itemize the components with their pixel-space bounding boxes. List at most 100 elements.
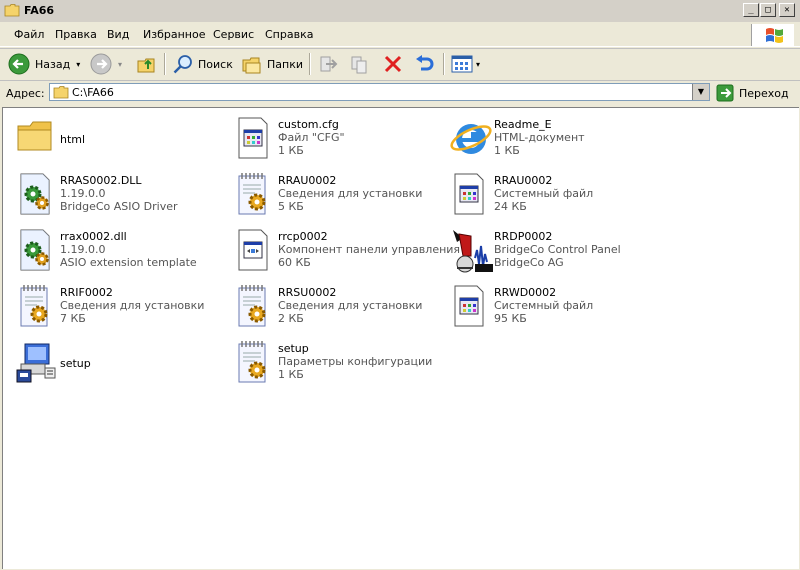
file-details: custom.cfg Файл "CFG" 1 КБ xyxy=(278,118,345,157)
menu-favorites[interactable]: Избранное xyxy=(143,28,205,41)
folders-button[interactable]: Папки xyxy=(241,52,303,76)
file-info-line: 2 КБ xyxy=(278,312,304,325)
back-dropdown-icon[interactable]: ▾ xyxy=(76,60,80,69)
file-item[interactable]: RRIF0002 Сведения для установки 7 КБ xyxy=(15,284,225,336)
file-item[interactable]: html xyxy=(15,116,225,168)
file-name: RRSU0002 xyxy=(278,286,337,299)
title-bar[interactable]: FA66 _ □ ✕ xyxy=(0,0,800,22)
search-button[interactable]: Поиск xyxy=(172,52,233,76)
setup-info-icon xyxy=(233,172,277,220)
windows-flag-icon xyxy=(766,28,783,43)
file-details: setup xyxy=(60,357,91,370)
file-info-line: 5 КБ xyxy=(278,200,304,213)
file-item[interactable]: rrax0002.dll 1.19.0.0 ASIO extension templ… xyxy=(15,228,225,280)
file-details: RRDP0002 BridgeCo Control Panel BridgeCo A… xyxy=(494,230,621,269)
file-details: RRAU0002 Системный файл 24 КБ xyxy=(494,174,593,213)
move-to-button[interactable] xyxy=(317,52,339,76)
undo-icon xyxy=(416,55,434,71)
file-info-line: HTML-документ xyxy=(494,131,585,144)
file-item[interactable]: RRAS0002.DLL 1.19.0.0 BridgeCo ASIO Driver xyxy=(15,172,225,224)
file-info-line: Файл "CFG" xyxy=(278,131,345,144)
go-arrow-icon xyxy=(716,84,734,102)
file-item[interactable]: RRWD0002 Системный файл 95 КБ xyxy=(449,284,659,336)
views-dropdown-icon[interactable]: ▾ xyxy=(476,60,480,69)
menu-tools[interactable]: Сервис xyxy=(213,28,254,41)
file-info-line: Компонент панели управления xyxy=(278,243,461,256)
menu-file[interactable]: Файл xyxy=(14,28,44,41)
forward-button[interactable]: ▾ xyxy=(90,52,122,76)
system-file-icon xyxy=(449,172,493,220)
window-title: FA66 xyxy=(24,4,55,17)
cfg-file-icon xyxy=(233,116,277,164)
back-arrow-icon xyxy=(8,53,30,75)
address-bar: Адрес: C:\FA66 ▼ Переход xyxy=(0,81,800,105)
file-item[interactable]: custom.cfg Файл "CFG" 1 КБ xyxy=(233,116,443,168)
file-item[interactable]: setup xyxy=(15,340,225,392)
menu-view[interactable]: Вид xyxy=(107,28,129,41)
maximize-button[interactable]: □ xyxy=(760,3,776,17)
file-details: RRIF0002 Сведения для установки 7 КБ xyxy=(60,286,204,325)
file-info-line: Системный файл xyxy=(494,299,594,312)
control-panel-item-icon xyxy=(233,228,277,276)
address-dropdown-button[interactable]: ▼ xyxy=(692,84,709,100)
file-info-line: 95 КБ xyxy=(494,312,527,325)
back-label: Назад xyxy=(35,57,71,71)
file-name: rrcp0002 xyxy=(278,230,328,243)
explorer-window: FA66 _ □ ✕ Файл Правка Вид Избранное Сер… xyxy=(0,0,800,570)
up-folder-button[interactable] xyxy=(136,52,158,76)
menu-edit[interactable]: Правка xyxy=(55,28,97,41)
menu-bar: Файл Правка Вид Избранное Сервис Справка xyxy=(0,24,800,47)
file-item[interactable]: RRAU0002 Системный файл 24 КБ xyxy=(449,172,659,224)
file-info-line: BridgeCo AG xyxy=(494,256,564,269)
file-name: html xyxy=(60,133,86,146)
file-info-line: Системный файл xyxy=(494,187,594,200)
close-button[interactable]: ✕ xyxy=(779,3,795,17)
folder-icon xyxy=(15,116,59,164)
file-details: rrcp0002 Компонент панели управления 60 КБ xyxy=(278,230,460,269)
bridgeco-app-icon xyxy=(449,228,493,276)
folder-icon xyxy=(4,4,20,17)
minimize-button[interactable]: _ xyxy=(743,3,759,17)
file-info-line: ASIO extension template xyxy=(60,256,197,269)
file-name: setup xyxy=(60,357,91,370)
forward-arrow-icon xyxy=(90,53,112,75)
delete-button[interactable] xyxy=(382,52,404,76)
go-label: Переход xyxy=(739,86,789,100)
search-label: Поиск xyxy=(198,57,233,71)
file-info-line: 1 КБ xyxy=(278,144,304,157)
file-item[interactable]: Readme_E HTML-документ 1 КБ xyxy=(449,116,659,168)
file-details: RRSU0002 Сведения для установки 2 КБ xyxy=(278,286,422,325)
folder-icon xyxy=(53,86,69,99)
copy-to-button[interactable] xyxy=(349,52,371,76)
windows-logo xyxy=(751,24,794,46)
file-info-line: 24 КБ xyxy=(494,200,527,213)
file-info-line: 1.19.0.0 xyxy=(60,187,106,200)
file-name: RRIF0002 xyxy=(60,286,113,299)
setup-info-icon xyxy=(233,284,277,332)
address-input[interactable]: C:\FA66 ▼ xyxy=(49,83,710,101)
views-icon xyxy=(451,55,473,73)
file-name: Readme_E xyxy=(494,118,552,131)
back-button[interactable]: Назад ▾ xyxy=(8,52,80,76)
forward-dropdown-icon[interactable]: ▾ xyxy=(118,60,122,69)
views-button[interactable]: ▾ xyxy=(451,52,480,76)
address-path: C:\FA66 xyxy=(72,86,114,99)
file-item[interactable]: RRDP0002 BridgeCo Control Panel BridgeCo A… xyxy=(449,228,659,280)
file-info-line: Сведения для установки xyxy=(278,187,423,200)
move-to-icon xyxy=(320,56,338,72)
file-item[interactable]: RRAU0002 Сведения для установки 5 КБ xyxy=(233,172,443,224)
go-button[interactable]: Переход xyxy=(716,84,789,102)
file-info-line: 1 КБ xyxy=(278,368,304,381)
file-info-line: Сведения для установки xyxy=(278,299,423,312)
file-details: rrax0002.dll 1.19.0.0 ASIO extension templ… xyxy=(60,230,197,269)
file-item[interactable]: setup Параметры конфигурации 1 КБ xyxy=(233,340,443,392)
undo-button[interactable] xyxy=(413,52,435,76)
search-icon xyxy=(173,55,192,74)
system-file-icon xyxy=(449,284,493,332)
file-item[interactable]: rrcp0002 Компонент панели управления 60 КБ xyxy=(233,228,460,280)
file-info-line: Сведения для установки xyxy=(60,299,205,312)
file-details: html xyxy=(60,133,85,146)
file-item[interactable]: RRSU0002 Сведения для установки 2 КБ xyxy=(233,284,443,336)
file-details: RRAS0002.DLL 1.19.0.0 BridgeCo ASIO Driver xyxy=(60,174,178,213)
menu-help[interactable]: Справка xyxy=(265,28,313,41)
